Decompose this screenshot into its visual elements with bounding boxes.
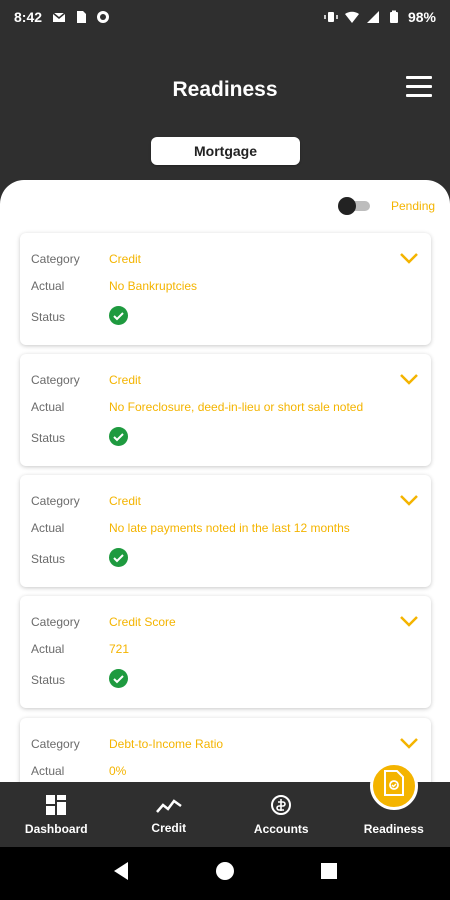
status-label: Status	[31, 673, 66, 687]
chevron-down-icon[interactable]	[399, 493, 419, 507]
gmail-icon	[52, 12, 66, 22]
readiness-fab[interactable]	[369, 762, 418, 810]
category-value: Credit	[109, 494, 142, 508]
check-icon	[109, 306, 128, 325]
trend-icon	[155, 798, 182, 813]
chevron-down-icon[interactable]	[399, 614, 419, 628]
status-label: Status	[31, 310, 66, 324]
mortgage-segment-button[interactable]: Mortgage	[151, 137, 300, 165]
actual-value: No Bankruptcies	[109, 279, 198, 293]
nav-readiness-label: Readiness	[363, 821, 424, 836]
actual-value: No late payments noted in the last 12 mo…	[109, 521, 350, 535]
category-value: Credit	[109, 252, 142, 266]
chevron-down-icon[interactable]	[399, 736, 419, 750]
status-time: 8:42	[14, 9, 43, 25]
pending-toggle[interactable]	[338, 197, 372, 215]
actual-label: Actual	[31, 521, 65, 535]
category-label: Category	[31, 737, 80, 751]
check-icon	[109, 427, 128, 446]
category-value: Credit	[109, 373, 142, 387]
sim-icon	[77, 11, 87, 23]
nav-accounts[interactable]: Accounts	[225, 782, 338, 847]
content-panel: Pending Category Credit Actual No Bankru…	[0, 180, 450, 782]
pending-label: Pending	[391, 199, 436, 213]
readiness-card[interactable]: Category Credit Actual No Bankruptcies S…	[20, 233, 431, 345]
actual-value: 721	[109, 642, 130, 656]
dashboard-icon	[46, 794, 67, 815]
check-icon	[109, 669, 128, 688]
battery-icon	[389, 10, 398, 23]
actual-label: Actual	[31, 764, 65, 778]
recents-icon[interactable]	[320, 862, 338, 885]
category-value: Credit Score	[109, 615, 176, 629]
nav-dashboard-label: Dashboard	[24, 821, 88, 836]
category-label: Category	[31, 252, 80, 266]
menu-icon[interactable]	[406, 76, 432, 98]
readiness-card[interactable]: Category Debt-to-Income Ratio Actual 0%	[20, 718, 431, 782]
battery-percent: 98%	[407, 9, 436, 25]
home-icon[interactable]	[214, 860, 236, 887]
nav-dashboard[interactable]: Dashboard	[0, 782, 113, 847]
readiness-card[interactable]: Category Credit Actual No Foreclosure, d…	[20, 354, 431, 466]
nav-accounts-label: Accounts	[253, 821, 309, 836]
check-icon	[109, 548, 128, 567]
readiness-icon	[383, 770, 404, 796]
back-icon[interactable]	[112, 861, 130, 886]
nav-readiness[interactable]: Readiness	[338, 762, 450, 847]
nav-credit-label: Credit	[151, 820, 187, 835]
category-value: Debt-to-Income Ratio	[109, 737, 224, 751]
status-label: Status	[31, 552, 66, 566]
vibrate-icon	[324, 12, 338, 22]
readiness-card[interactable]: Category Credit Actual No late payments …	[20, 475, 431, 587]
accounts-icon	[271, 794, 292, 815]
readiness-card[interactable]: Category Credit Score Actual 721 Status	[20, 596, 431, 708]
system-nav-bar	[0, 847, 450, 900]
category-label: Category	[31, 373, 80, 387]
chevron-down-icon[interactable]	[399, 251, 419, 265]
category-label: Category	[31, 494, 80, 508]
actual-value: No Foreclosure, deed-in-lieu or short sa…	[109, 400, 364, 414]
chevron-down-icon[interactable]	[399, 372, 419, 386]
bottom-nav: Dashboard Credit Accounts Readiness	[0, 762, 450, 847]
status-label: Status	[31, 431, 66, 445]
status-bar: 8:42 98%	[0, 0, 450, 34]
actual-label: Actual	[31, 279, 65, 293]
signal-icon	[366, 11, 379, 23]
page-title: Readiness	[172, 78, 278, 101]
actual-label: Actual	[31, 642, 65, 656]
wifi-icon	[344, 11, 359, 23]
category-label: Category	[31, 615, 80, 629]
nav-credit[interactable]: Credit	[113, 782, 226, 847]
actual-label: Actual	[31, 400, 65, 414]
settings-status-icon	[97, 11, 110, 23]
actual-value: 0%	[109, 764, 127, 778]
